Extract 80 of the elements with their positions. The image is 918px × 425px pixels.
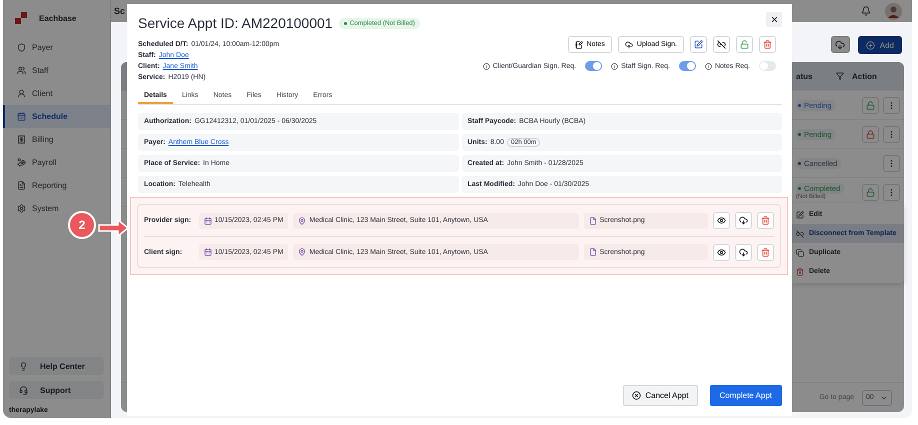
receipt-icon	[17, 135, 26, 144]
column-header: atus	[796, 72, 812, 80]
lock-button[interactable]	[862, 126, 879, 142]
close-icon	[770, 15, 778, 24]
view-button[interactable]	[713, 244, 730, 260]
sidebar-item[interactable]: Payroll	[3, 151, 110, 174]
file-icon	[588, 248, 597, 256]
edit-icon	[796, 210, 804, 218]
unlock-button[interactable]	[736, 36, 753, 53]
info-icon	[482, 62, 490, 70]
cancel-appt-button[interactable]: Cancel Appt	[623, 385, 698, 406]
modal-title: Service Appt ID: AM220100001	[138, 15, 333, 31]
filter-icon	[836, 72, 844, 80]
info-icon	[611, 62, 618, 70]
unlock-button[interactable]	[862, 96, 879, 114]
document-icon	[17, 181, 26, 190]
hand-coins-icon	[17, 158, 26, 167]
sidebar-footer-button[interactable]: Support	[9, 381, 104, 399]
download-button[interactable]	[830, 36, 850, 53]
unlock-button[interactable]	[862, 184, 879, 200]
shield-icon	[17, 43, 26, 52]
bell-icon	[861, 6, 871, 16]
map-pin-icon	[298, 248, 306, 256]
settings-icon	[17, 204, 26, 213]
page-title: Sc	[114, 6, 126, 16]
sidebar-item[interactable]: Staff	[3, 59, 110, 82]
view-button[interactable]	[713, 212, 730, 229]
cloud-upload-icon	[624, 40, 633, 48]
cancel-icon	[632, 391, 642, 400]
headset-icon	[19, 386, 28, 394]
complete-appt-button[interactable]: Complete Appt	[710, 385, 782, 406]
info-icon	[704, 62, 712, 70]
sidebar-footer-button[interactable]: Help Center	[9, 357, 104, 375]
edit-icon	[694, 40, 703, 49]
calendar-icon	[17, 112, 26, 121]
delete-button[interactable]	[759, 36, 776, 53]
plus-icon	[866, 40, 875, 50]
delete-button[interactable]	[757, 244, 774, 260]
cloud-download-icon	[739, 248, 748, 256]
lightbulb-icon	[19, 362, 28, 370]
sidebar-item[interactable]: Billing	[3, 128, 110, 151]
calendar-icon	[204, 248, 212, 256]
column-header: Action	[852, 72, 878, 80]
cloud-download-icon	[739, 216, 748, 225]
close-button[interactable]	[766, 12, 782, 27]
toggle-switch[interactable]	[585, 61, 602, 71]
sidebar-item[interactable]: Payer	[3, 36, 110, 59]
unlink-icon	[796, 230, 804, 238]
calendar-icon	[204, 216, 212, 224]
people-icon	[17, 66, 26, 75]
unlink-button[interactable]	[713, 36, 730, 53]
open-lock-icon	[866, 188, 875, 196]
eye-icon	[717, 216, 726, 225]
sidebar-item[interactable]: Reporting	[3, 174, 110, 197]
map-pin-icon	[298, 216, 306, 224]
sidebar-item[interactable]: Client	[3, 82, 110, 105]
open-lock-icon	[740, 40, 749, 49]
download-button[interactable]	[735, 212, 752, 229]
avatar[interactable]	[885, 2, 902, 20]
add-button[interactable]: Add	[858, 36, 902, 54]
unlink-icon	[717, 40, 726, 49]
trash-icon	[763, 40, 772, 49]
app-name: Eachbase	[39, 14, 76, 22]
delete-button[interactable]	[757, 212, 774, 229]
download-button[interactable]	[735, 244, 752, 260]
person-icon	[17, 89, 26, 98]
sidebar-item[interactable]: Schedule	[3, 105, 110, 128]
cloud-download-icon	[835, 40, 846, 50]
toggle-switch[interactable]	[678, 61, 696, 71]
trash-icon	[761, 216, 770, 225]
open-lock-icon	[866, 100, 875, 110]
copy-icon	[796, 248, 804, 256]
trash-icon	[761, 248, 770, 256]
notebook-icon	[574, 40, 583, 48]
lock-icon	[866, 130, 875, 138]
eye-icon	[717, 248, 726, 256]
edit-button[interactable]	[690, 36, 707, 53]
trash-icon	[796, 268, 804, 276]
toggle-switch[interactable]	[759, 61, 776, 71]
file-icon	[588, 216, 597, 224]
